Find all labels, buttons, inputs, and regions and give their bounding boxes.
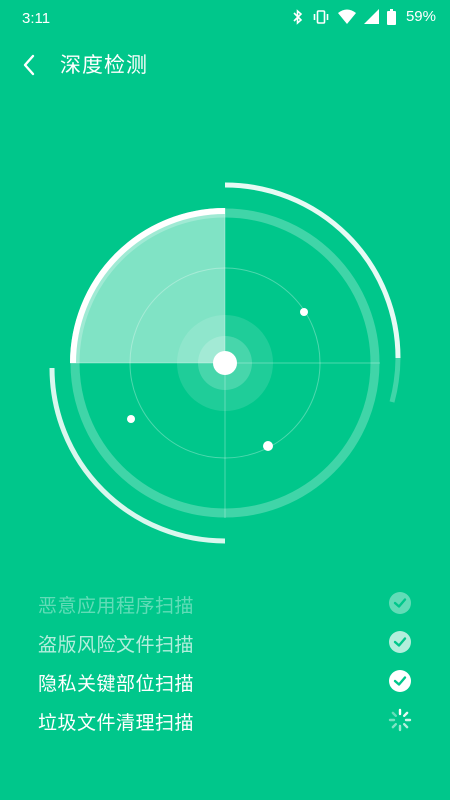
scan-item-label: 盗版风险文件扫描 bbox=[38, 634, 195, 656]
center-dot bbox=[213, 351, 237, 375]
scan-item-label: 垃圾文件清理扫描 bbox=[38, 712, 195, 734]
vibrate-icon bbox=[313, 9, 329, 24]
check-circle-icon bbox=[389, 631, 411, 653]
page-title: 深度检测 bbox=[60, 53, 148, 77]
radar-blip bbox=[263, 441, 273, 451]
header: 深度检测 bbox=[0, 40, 450, 88]
chevron-left-icon bbox=[23, 54, 35, 76]
radar-blip bbox=[127, 415, 135, 423]
battery-percent: 59% bbox=[405, 8, 436, 25]
radar-scanner bbox=[49, 182, 401, 544]
battery-icon bbox=[386, 8, 396, 25]
signal-icon bbox=[363, 9, 379, 24]
back-button[interactable] bbox=[12, 48, 46, 82]
check-circle-icon bbox=[389, 592, 411, 614]
check-circle-icon bbox=[389, 670, 411, 692]
scan-item-label: 恶意应用程序扫描 bbox=[38, 595, 195, 617]
scan-list: 恶意应用程序扫描 盗版风险文件扫描 隐私关键部位扫描 垃圾文件清理扫描 bbox=[38, 585, 418, 741]
loading-spinner-icon bbox=[388, 708, 412, 732]
list-item: 垃圾文件清理扫描 bbox=[38, 702, 418, 741]
scan-item-label: 隐私关键部位扫描 bbox=[38, 673, 195, 695]
radar-blip bbox=[300, 308, 308, 316]
list-item: 恶意应用程序扫描 bbox=[38, 585, 418, 624]
wifi-icon bbox=[337, 9, 356, 24]
outer-arc-top-right-fade bbox=[389, 357, 401, 403]
bluetooth-icon bbox=[293, 8, 303, 25]
status-icons: 59% bbox=[292, 8, 436, 25]
status-time: 3:11 bbox=[22, 10, 51, 27]
list-item: 隐私关键部位扫描 bbox=[38, 663, 418, 702]
status-bar: 3:11 59% bbox=[0, 0, 450, 36]
list-item: 盗版风险文件扫描 bbox=[38, 624, 418, 663]
